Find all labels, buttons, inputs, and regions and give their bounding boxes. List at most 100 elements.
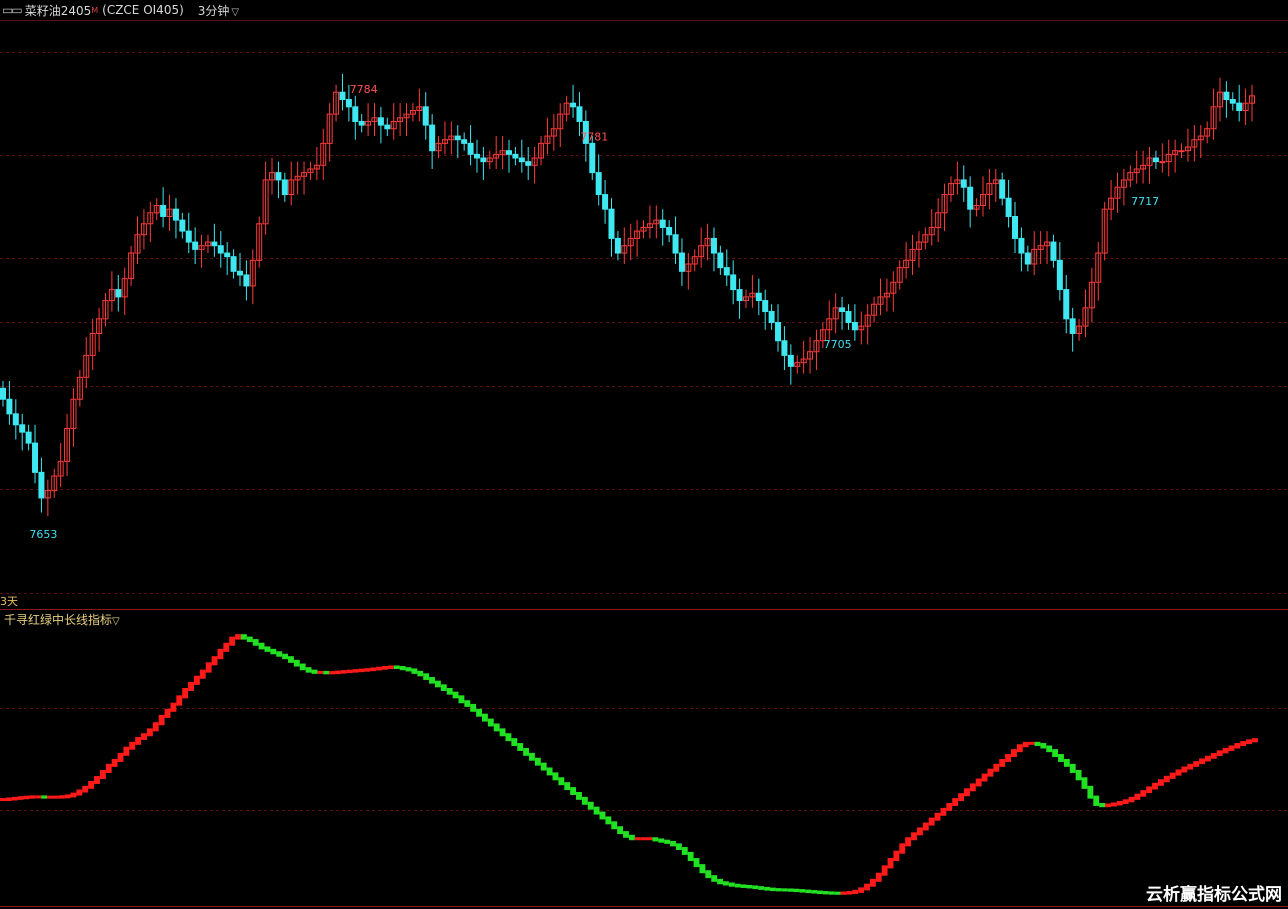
indicator-segment: [858, 887, 865, 893]
indicator-segment: [916, 827, 923, 836]
indicator-segment: [922, 822, 929, 831]
indicator-segment: [305, 667, 312, 673]
indicator-segment: [981, 773, 988, 782]
indicator-segment: [235, 634, 241, 640]
price-annotation: 7705: [824, 338, 852, 351]
indicator-segment: [693, 858, 700, 868]
indicator-segment: [17, 796, 24, 800]
candle-body: [1069, 318, 1076, 334]
candle-body: [755, 292, 762, 302]
candle-body: [243, 274, 250, 287]
candle-body: [512, 153, 519, 159]
candle-body: [518, 157, 525, 163]
indicator-segment: [611, 821, 618, 830]
candle-body: [25, 431, 32, 444]
indicator-segment: [905, 837, 912, 847]
indicator-segment: [576, 791, 582, 800]
indicator-segment: [1140, 790, 1147, 797]
indicator-segment: [734, 883, 741, 888]
indicator-segment: [282, 653, 289, 660]
indicator-segment: [270, 648, 277, 655]
indicator-segment: [540, 762, 547, 771]
indicator-segment: [564, 782, 571, 791]
indicator-segment: [581, 796, 588, 805]
indicator-segment: [370, 667, 377, 672]
indicator-segment: [405, 667, 412, 672]
indicator-segment: [1210, 753, 1217, 759]
candle-body: [1012, 215, 1019, 239]
candle-body: [236, 270, 243, 276]
indicator-segment: [76, 789, 83, 796]
indicator-segment: [711, 875, 718, 882]
indicator-segment: [599, 811, 606, 820]
indicator-segment: [188, 681, 194, 691]
indicator-segment: [1011, 749, 1017, 758]
indicator-segment: [952, 798, 959, 806]
indicator-selector[interactable]: 千寻红绿中长线指标▽: [4, 611, 120, 628]
indicator-segment: [41, 795, 48, 799]
candle-body: [32, 442, 39, 473]
indicator-segment: [687, 851, 694, 862]
indicator-segment: [963, 788, 970, 797]
indicator-segment: [1222, 747, 1229, 754]
indicator-segment: [511, 738, 518, 747]
indicator-segment: [117, 752, 124, 762]
indicator-segment: [652, 837, 659, 842]
indicator-segment: [993, 763, 1000, 772]
indicator-segment: [276, 651, 283, 657]
indicator-segment: [1087, 785, 1094, 799]
indicator-segment: [746, 884, 753, 889]
indicator-segment: [446, 687, 453, 695]
indicator-segment: [717, 878, 723, 885]
indicator-segment: [64, 794, 71, 799]
indicator-segment: [158, 714, 165, 726]
indicator-segment: [1204, 755, 1211, 762]
indicator-segment: [558, 777, 565, 786]
grid-lines: [0, 20, 1288, 907]
candlestick-series: [0, 73, 1255, 517]
indicator-segment: [135, 736, 142, 745]
indicator-segment: [529, 752, 535, 761]
indicator-segment: [205, 662, 212, 673]
candle-body: [185, 230, 192, 243]
indicator-series: [0, 634, 1258, 895]
indicator-segment: [317, 670, 324, 674]
price-annotation: 7717: [1131, 195, 1159, 208]
indicator-segment: [675, 843, 682, 851]
candle-body: [845, 311, 852, 323]
indicator-segment: [99, 769, 106, 780]
indicator-segment: [1199, 758, 1205, 765]
candle-body: [1159, 161, 1166, 164]
candle-body: [281, 179, 288, 196]
indicator-segment: [722, 881, 729, 886]
indicator-segment: [105, 763, 112, 773]
indicator-segment: [1110, 802, 1117, 807]
candle-body: [570, 102, 577, 108]
indicator-segment: [240, 634, 247, 640]
candle-body: [1018, 237, 1025, 254]
indicator-segment: [752, 885, 759, 890]
chart-canvas[interactable]: 778477817705771777887653: [0, 0, 1288, 909]
indicator-segment: [499, 728, 506, 737]
indicator-segment: [111, 758, 118, 767]
indicator-segment: [323, 670, 330, 675]
candle-body: [1024, 252, 1031, 265]
candle-body: [377, 117, 384, 126]
days-label: 3天: [0, 595, 18, 608]
indicator-segment: [1193, 761, 1200, 767]
indicator-segment: [934, 812, 941, 821]
indicator-segment: [1157, 779, 1164, 786]
price-annotation: 7653: [29, 528, 57, 541]
indicator-segment: [170, 702, 177, 712]
indicator-segment: [517, 743, 524, 751]
indicator-segment: [1093, 795, 1100, 806]
indicator-segment: [193, 675, 200, 685]
indicator-segment: [770, 887, 776, 892]
price-annotations: 778477817705771777887653: [29, 83, 1159, 541]
candle-body: [1005, 197, 1012, 217]
indicator-segment: [329, 671, 336, 675]
indicator-name: 千寻红绿中长线指标: [4, 613, 113, 627]
indicator-segment: [470, 703, 477, 712]
indicator-segment: [1005, 754, 1012, 762]
indicator-segment: [464, 700, 471, 707]
